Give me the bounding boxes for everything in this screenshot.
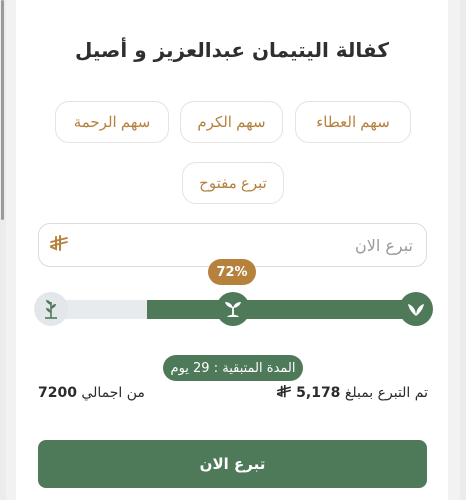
milestone-current xyxy=(216,292,250,326)
milestone-start xyxy=(399,292,433,326)
donate-now-button[interactable]: تبرع الان xyxy=(38,440,427,488)
total-prefix: من اجمالي xyxy=(81,385,145,401)
donated-amount: 5,178 xyxy=(296,385,341,401)
milestone-end xyxy=(34,292,68,326)
option-generosity-share[interactable]: سهم الكرم xyxy=(180,101,283,143)
leaves-icon xyxy=(408,304,424,316)
progress-percent-badge: 72% xyxy=(208,259,256,285)
scrollbar-thumb[interactable] xyxy=(1,0,4,220)
seedling-icon xyxy=(45,300,57,319)
riyal-currency-icon xyxy=(276,384,292,401)
option-open-donation[interactable]: تبرع مفتوح xyxy=(182,162,284,204)
option-mercy-share[interactable]: سهم الرحمة xyxy=(55,101,169,143)
sponsorship-card: كفالة اليتيمان عبدالعزيز و أصيل سهم العط… xyxy=(16,0,448,500)
total-amount-text: من اجمالي 7200 xyxy=(38,385,145,401)
page-edge xyxy=(460,0,466,500)
option-giving-share[interactable]: سهم العطاء xyxy=(295,101,411,143)
sprout-icon xyxy=(225,302,241,317)
remaining-duration-badge: المدة المتبقية : 29 يوم xyxy=(163,355,303,381)
card-title: كفالة اليتيمان عبدالعزيز و أصيل xyxy=(75,38,389,62)
donated-amount-text: تم التبرع بمبلغ 5,178 xyxy=(276,384,428,401)
donated-prefix: تم التبرع بمبلغ xyxy=(344,385,428,401)
scrollbar-track[interactable] xyxy=(0,0,6,500)
total-amount: 7200 xyxy=(38,385,77,401)
progress-fill xyxy=(146,300,427,319)
riyal-currency-icon xyxy=(49,235,71,255)
